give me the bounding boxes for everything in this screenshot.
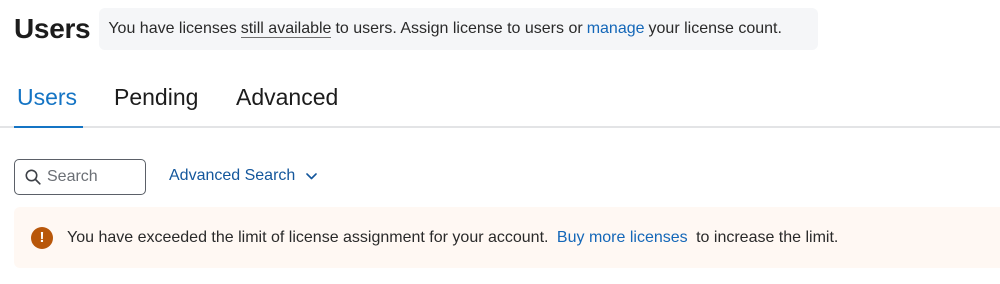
active-tab-indicator bbox=[14, 126, 83, 128]
exclamation-icon: ! bbox=[31, 226, 53, 249]
tab-advanced[interactable]: Advanced bbox=[236, 84, 338, 111]
search-input[interactable] bbox=[47, 168, 137, 186]
search-icon bbox=[25, 169, 41, 185]
tab-pending[interactable]: Pending bbox=[114, 84, 198, 111]
page-title: Users bbox=[14, 13, 91, 44]
warning-message: You have exceeded the limit of license a… bbox=[67, 229, 838, 247]
manage-link[interactable]: manage bbox=[587, 20, 645, 38]
chevron-down-icon bbox=[306, 172, 318, 180]
buy-more-licenses-link[interactable]: Buy more licenses bbox=[557, 229, 688, 246]
still-available-link[interactable]: still available bbox=[240, 20, 332, 39]
license-notice-middle: to users. Assign license to users or bbox=[335, 20, 583, 37]
tab-users[interactable]: Users bbox=[17, 84, 77, 111]
advanced-search-button[interactable]: Advanced Search bbox=[169, 167, 318, 185]
page-header: Users You have licenses still available … bbox=[14, 8, 818, 50]
warning-prefix: You have exceeded the limit of license a… bbox=[67, 228, 549, 246]
tab-bar: Users Pending Advanced bbox=[0, 70, 1000, 128]
warning-suffix: to increase the limit. bbox=[696, 228, 839, 246]
search-field[interactable] bbox=[14, 159, 146, 195]
license-notice: You have licenses still available to use… bbox=[99, 8, 818, 50]
advanced-search-label: Advanced Search bbox=[169, 167, 296, 184]
license-notice-prefix: You have licenses bbox=[108, 20, 237, 37]
license-notice-suffix: your license count. bbox=[648, 20, 782, 37]
license-limit-warning: ! You have exceeded the limit of license… bbox=[14, 207, 1000, 268]
